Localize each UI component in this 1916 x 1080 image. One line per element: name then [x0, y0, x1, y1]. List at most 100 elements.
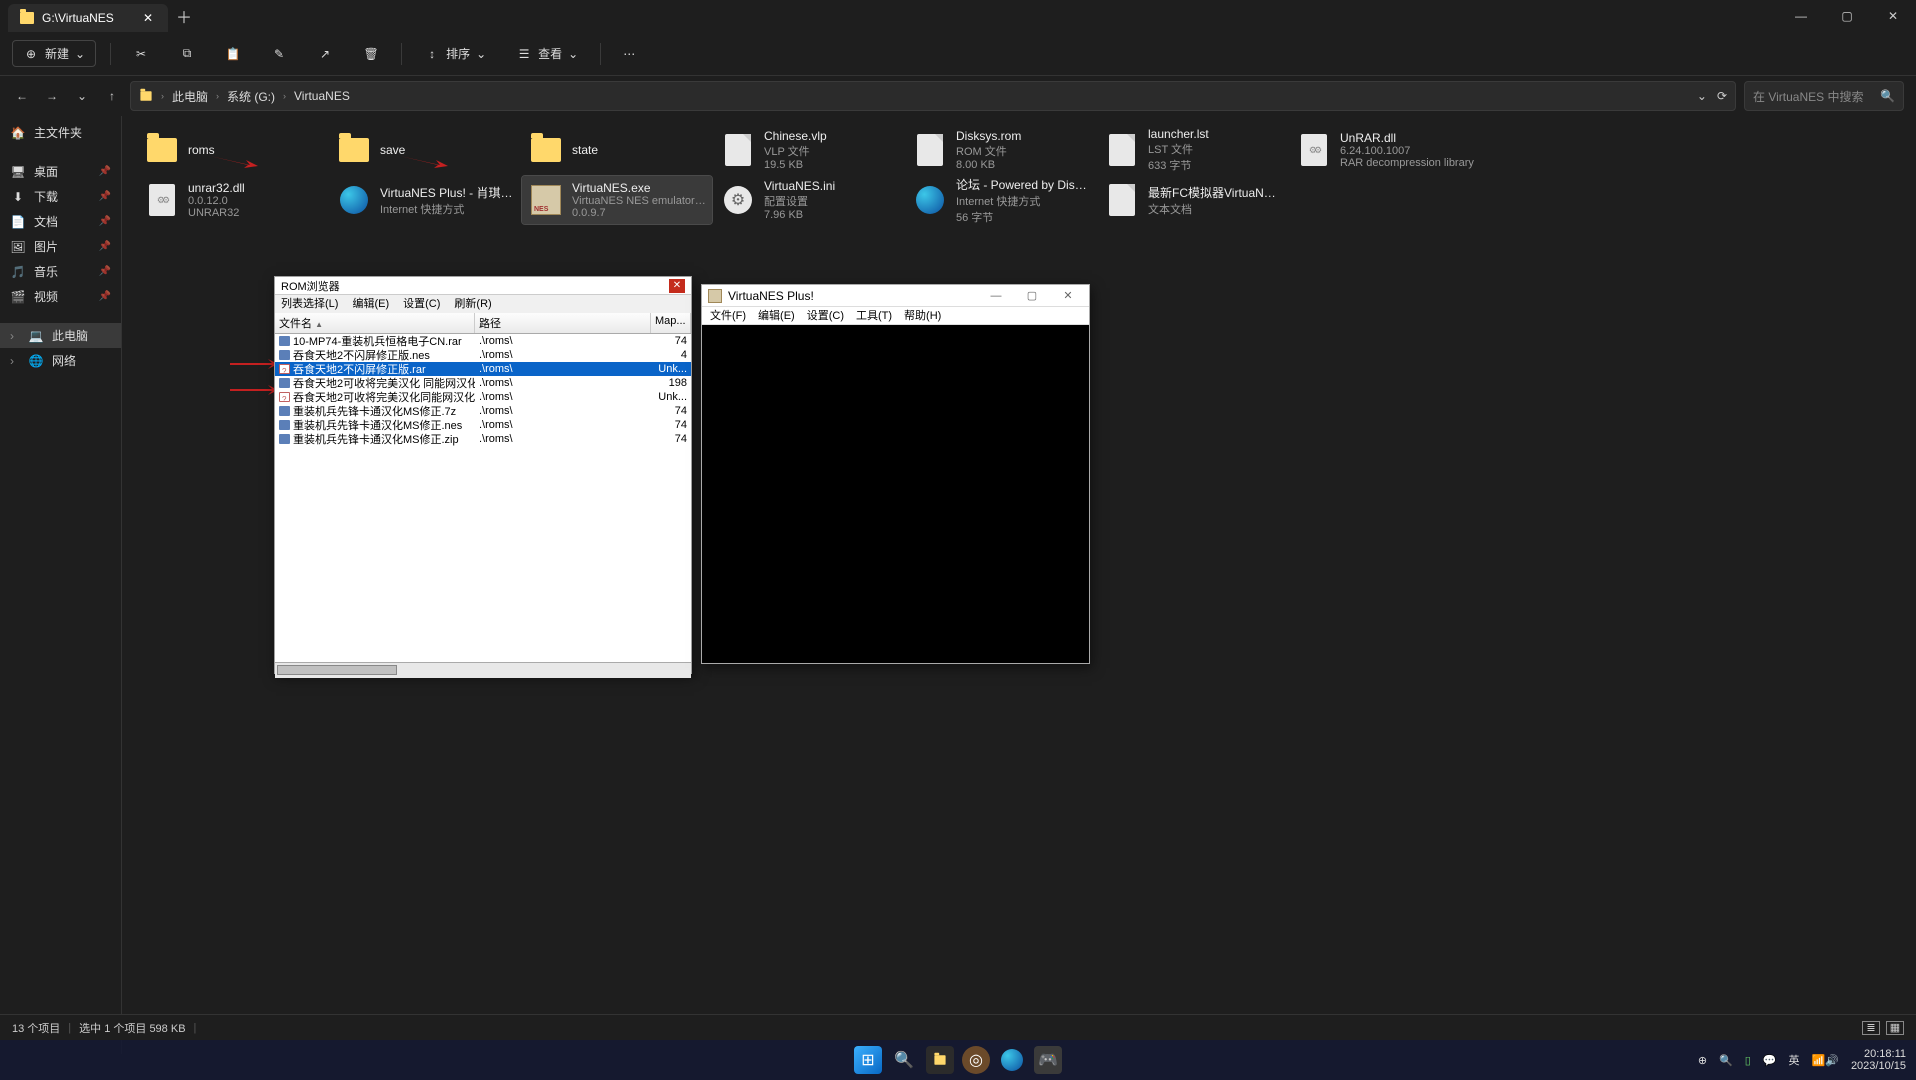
- file-item[interactable]: save: [330, 126, 520, 174]
- search-input[interactable]: 在 VirtuaNES 中搜索 🔍: [1744, 81, 1904, 111]
- rom-list-row[interactable]: 10-MP74-重装机兵恒格电子CN.rar .\roms\ 74: [275, 334, 691, 348]
- share-button[interactable]: ↗: [309, 42, 341, 66]
- app-button[interactable]: ◎: [962, 1046, 990, 1074]
- tray-icon[interactable]: ⊕: [1698, 1054, 1707, 1067]
- file-item[interactable]: VirtuaNES Plus! - 肖琪模拟游戏站 - Powered by D…: [330, 176, 520, 224]
- rom-list-row[interactable]: 吞食天地2不闪屏修正版.rar .\roms\ Unk...: [275, 362, 691, 376]
- col-mapper[interactable]: Map...: [651, 313, 691, 333]
- virtuanes-window[interactable]: VirtuaNES Plus! — ▢ ✕ 文件(F) 编辑(E) 设置(C) …: [701, 284, 1090, 664]
- breadcrumb-item[interactable]: 系统 (G:): [227, 88, 275, 105]
- minimize-button[interactable]: —: [981, 287, 1011, 305]
- view-grid-button[interactable]: ▦: [1886, 1021, 1904, 1035]
- file-item[interactable]: Disksys.rom ROM 文件 8.00 KB: [906, 126, 1096, 174]
- close-button[interactable]: ✕: [1053, 287, 1083, 305]
- sidebar-item[interactable]: 🎵音乐📌: [0, 259, 121, 284]
- menu-file[interactable]: 文件(F): [710, 307, 746, 324]
- file-item[interactable]: 论坛 - Powered by Discuz! Internet 快捷方式 56…: [906, 176, 1096, 224]
- file-item[interactable]: Chinese.vlp VLP 文件 19.5 KB: [714, 126, 904, 174]
- horizontal-scrollbar[interactable]: [275, 662, 691, 678]
- sidebar-network[interactable]: › 🌐 网络: [0, 348, 121, 373]
- chevron-right-icon[interactable]: ›: [10, 329, 20, 343]
- menu-help[interactable]: 帮助(H): [904, 307, 941, 324]
- maximize-button[interactable]: ▢: [1017, 287, 1047, 305]
- explorer-button[interactable]: [926, 1046, 954, 1074]
- scrollbar-thumb[interactable]: [277, 665, 397, 675]
- sidebar-item[interactable]: 📄文档📌: [0, 209, 121, 234]
- rom-list-row[interactable]: 吞食天地2可收将完美汉化 同能网汉化 .nes .\roms\ 198: [275, 376, 691, 390]
- start-button[interactable]: ⊞: [854, 1046, 882, 1074]
- file-item[interactable]: VirtuaNES.exe VirtuaNES NES emulator for…: [522, 176, 712, 224]
- menu-item[interactable]: 刷新(R): [454, 295, 491, 313]
- tray-icon[interactable]: ▯: [1745, 1054, 1751, 1067]
- refresh-button[interactable]: ⟳: [1717, 89, 1727, 103]
- breadcrumb-dropdown[interactable]: ⌄: [1697, 89, 1707, 103]
- network-volume[interactable]: 📶🔊: [1812, 1054, 1839, 1067]
- menu-item[interactable]: 列表选择(L): [281, 295, 338, 313]
- forward-button[interactable]: →: [42, 86, 62, 106]
- recent-button[interactable]: ⌄: [72, 86, 92, 106]
- file-item[interactable]: launcher.lst LST 文件 633 字节: [1098, 126, 1288, 174]
- rom-path: .\roms\: [475, 335, 651, 347]
- col-path[interactable]: 路径: [475, 313, 651, 333]
- sidebar-item[interactable]: 🎬视频📌: [0, 284, 121, 309]
- file-item[interactable]: state: [522, 126, 712, 174]
- sidebar-item[interactable]: ⬇下载📌: [0, 184, 121, 209]
- search-button[interactable]: 🔍: [890, 1046, 918, 1074]
- sidebar-item[interactable]: 🖼图片📌: [0, 234, 121, 259]
- clock[interactable]: 20:18:11 2023/10/15: [1851, 1048, 1906, 1072]
- menu-tools[interactable]: 工具(T): [856, 307, 892, 324]
- rom-list-row[interactable]: 重装机兵先锋卡通汉化MS修正.7z .\roms\ 74: [275, 404, 691, 418]
- window-tab[interactable]: G:\VirtuaNES ✕: [8, 4, 168, 32]
- breadcrumb-item[interactable]: 此电脑: [172, 88, 208, 105]
- view-details-button[interactable]: ≣: [1862, 1021, 1880, 1035]
- new-button[interactable]: ⊕ 新建 ⌄: [12, 40, 96, 67]
- chevron-right-icon[interactable]: ›: [10, 354, 20, 368]
- app-button[interactable]: 🎮: [1034, 1046, 1062, 1074]
- vnes-titlebar[interactable]: VirtuaNES Plus! — ▢ ✕: [702, 285, 1089, 307]
- menu-item[interactable]: 编辑(E): [352, 295, 389, 313]
- new-tab-button[interactable]: ＋: [168, 0, 200, 32]
- view-button[interactable]: ☰ 查看 ⌄: [508, 41, 586, 66]
- menu-settings[interactable]: 设置(C): [807, 307, 844, 324]
- tray-icon[interactable]: 🔍: [1719, 1054, 1733, 1067]
- copy-button[interactable]: ⧉: [171, 42, 203, 66]
- sidebar-item[interactable]: 🖥桌面📌: [0, 159, 121, 184]
- menu-edit[interactable]: 编辑(E): [758, 307, 795, 324]
- taskbar[interactable]: ⊞ 🔍 ◎ 🎮 ⊕ 🔍 ▯ 💬 英 📶🔊 20:18:11 2023/10/15: [0, 1040, 1916, 1080]
- delete-button[interactable]: 🗑: [355, 42, 387, 66]
- cut-button[interactable]: ✂: [125, 42, 157, 66]
- system-tray[interactable]: ⊕ 🔍 ▯ 💬 英 📶🔊 20:18:11 2023/10/15: [1698, 1048, 1906, 1072]
- menu-item[interactable]: 设置(C): [403, 295, 440, 313]
- dialog-close-button[interactable]: ✕: [669, 279, 685, 293]
- rom-list-row[interactable]: 吞食天地2不闪屏修正版.nes .\roms\ 4: [275, 348, 691, 362]
- rom-browser-dialog[interactable]: ROM浏览器 ✕ 列表选择(L) 编辑(E) 设置(C) 刷新(R) 文件名 ▲…: [274, 276, 692, 674]
- breadcrumb-item[interactable]: VirtuaNES: [294, 89, 350, 103]
- sidebar-home[interactable]: 🏠 主文件夹: [0, 120, 121, 145]
- minimize-button[interactable]: —: [1778, 0, 1824, 32]
- more-button[interactable]: ⋯: [615, 43, 643, 65]
- col-filename[interactable]: 文件名 ▲: [275, 313, 475, 333]
- sort-button[interactable]: ↕ 排序 ⌄: [416, 41, 494, 66]
- dialog-titlebar[interactable]: ROM浏览器 ✕: [275, 277, 691, 295]
- maximize-button[interactable]: ▢: [1824, 0, 1870, 32]
- rom-list[interactable]: 10-MP74-重装机兵恒格电子CN.rar .\roms\ 74吞食天地2不闪…: [275, 334, 691, 662]
- paste-button[interactable]: 📋: [217, 42, 249, 66]
- tab-close-button[interactable]: ✕: [140, 10, 156, 26]
- sidebar-this-pc[interactable]: › 💻 此电脑: [0, 323, 121, 348]
- file-item[interactable]: roms: [138, 126, 328, 174]
- edge-button[interactable]: [998, 1046, 1026, 1074]
- rename-button[interactable]: ✎: [263, 42, 295, 66]
- up-button[interactable]: ↑: [102, 86, 122, 106]
- file-item[interactable]: UnRAR.dll 6.24.100.1007 RAR decompressio…: [1290, 126, 1480, 174]
- back-button[interactable]: ←: [12, 86, 32, 106]
- rom-list-row[interactable]: 重装机兵先锋卡通汉化MS修正.zip .\roms\ 74: [275, 432, 691, 446]
- file-item[interactable]: VirtuaNES.ini 配置设置 7.96 KB: [714, 176, 904, 224]
- rom-list-row[interactable]: 重装机兵先锋卡通汉化MS修正.nes .\roms\ 74: [275, 418, 691, 432]
- file-item[interactable]: unrar32.dll 0.0.12.0 UNRAR32: [138, 176, 328, 224]
- ime-indicator[interactable]: 英: [1789, 1052, 1800, 1068]
- rom-list-row[interactable]: 吞食天地2可收将完美汉化同能网汉化.rar .\roms\ Unk...: [275, 390, 691, 404]
- breadcrumb[interactable]: › 此电脑 › 系统 (G:) › VirtuaNES ⌄ ⟳: [130, 81, 1736, 111]
- file-item[interactable]: 最新FC模拟器VirtuaNES Plus !(windows版)(202310…: [1098, 176, 1288, 224]
- tray-icon[interactable]: 💬: [1763, 1054, 1777, 1067]
- close-button[interactable]: ✕: [1870, 0, 1916, 32]
